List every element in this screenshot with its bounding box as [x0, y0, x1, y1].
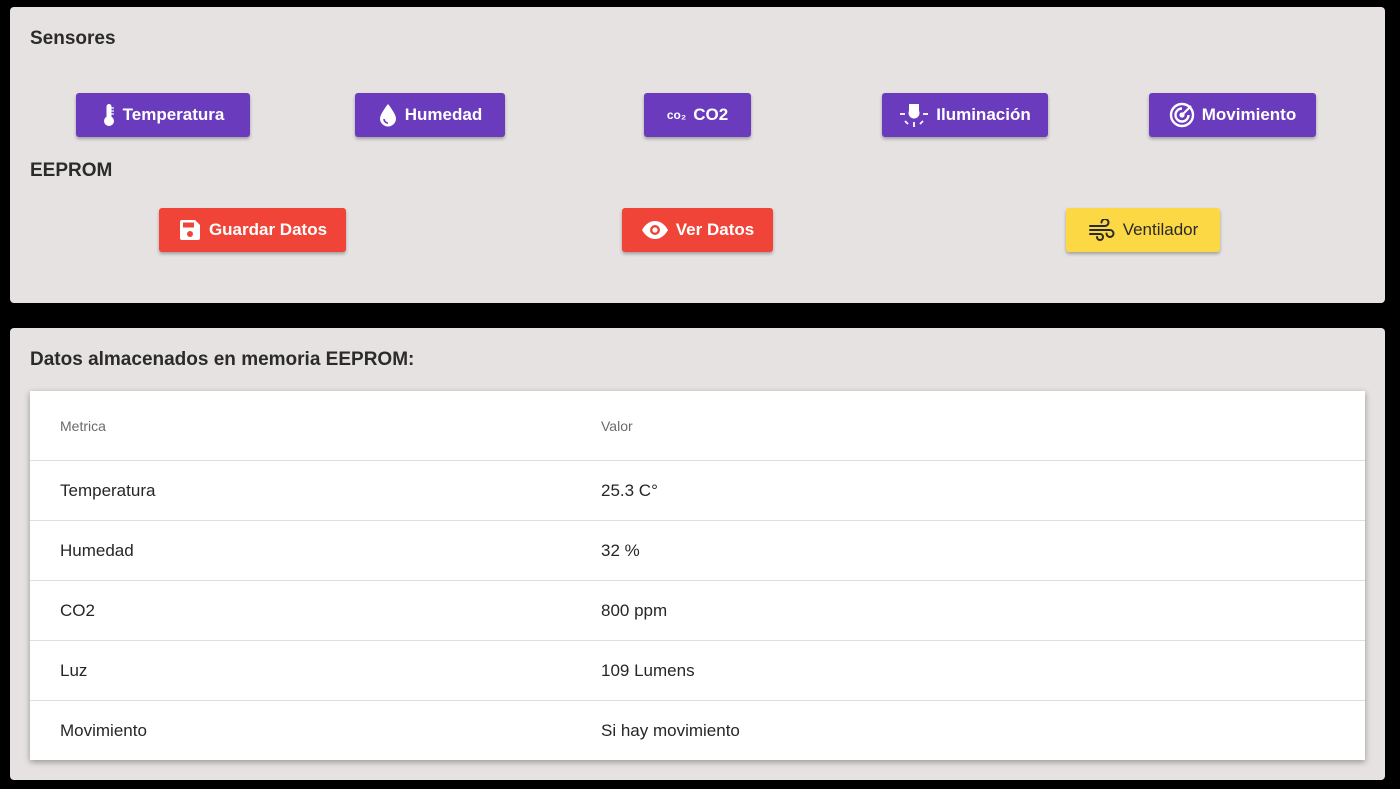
table-row: Humedad 32 %: [30, 520, 1365, 581]
co2-button-label: CO2: [693, 105, 729, 124]
illumination-button[interactable]: Iluminación: [882, 93, 1048, 137]
table-row: Temperatura 25.3 C°: [30, 460, 1365, 521]
table-header-row: Metrica Valor: [30, 391, 1365, 461]
temperature-button-label: Temperatura: [122, 105, 225, 124]
stored-data-table-container: Metrica Valor Temperatura 25.3 C° Humeda…: [30, 391, 1365, 760]
metric-column-header: Metrica: [30, 391, 571, 461]
co2-button[interactable]: co₂ CO2: [644, 93, 751, 137]
motion-sensor-icon: [1169, 102, 1195, 128]
floppy-disk-icon: [178, 218, 202, 242]
metric-cell: Luz: [30, 640, 571, 701]
motion-button[interactable]: Movimiento: [1149, 93, 1316, 137]
fan-button[interactable]: Ventilador: [1066, 208, 1220, 252]
value-cell: 800 ppm: [571, 580, 1365, 641]
stored-data-card: Datos almacenados en memoria EEPROM: Met…: [10, 328, 1385, 780]
metric-cell: Movimiento: [60, 720, 147, 740]
value-cell: 32 %: [571, 520, 1365, 581]
table-row: CO2 800 ppm: [30, 580, 1365, 641]
value-cell: Si hay movimiento: [601, 720, 740, 740]
save-data-button[interactable]: Guardar Datos: [159, 208, 346, 252]
value-column-header: Valor: [571, 391, 1365, 461]
metric-cell: Humedad: [30, 520, 571, 581]
fan-button-label: Ventilador: [1122, 220, 1199, 239]
thermometer-icon: [102, 103, 116, 127]
table-row: Luz 109 Lumens: [30, 640, 1365, 701]
wind-icon: [1088, 219, 1116, 241]
stored-data-table: Metrica Valor Temperatura 25.3 C° Humeda…: [30, 391, 1365, 760]
sensors-title: Sensores: [30, 28, 116, 49]
view-data-button-label: Ver Datos: [675, 220, 755, 239]
humidity-button-label: Humedad: [404, 105, 483, 124]
value-cell: 109 Lumens: [571, 640, 1365, 701]
water-drop-icon: [378, 103, 398, 127]
metric-cell: Temperatura: [30, 460, 571, 521]
table-row: Movimiento Si hay movimiento: [30, 701, 1365, 761]
illumination-button-label: Iluminación: [936, 105, 1031, 124]
motion-button-label: Movimiento: [1201, 105, 1297, 124]
metric-cell: CO2: [30, 580, 571, 641]
save-data-button-label: Guardar Datos: [208, 220, 328, 239]
sensors-card: Sensores Temperatura Humedad co₂ CO2 Ilu…: [10, 7, 1385, 303]
eye-icon: [641, 220, 669, 240]
light-icon: [899, 102, 929, 128]
value-cell: 25.3 C°: [571, 460, 1365, 521]
eeprom-title: EEPROM: [30, 160, 113, 181]
view-data-button[interactable]: Ver Datos: [622, 208, 773, 252]
temperature-button[interactable]: Temperatura: [76, 93, 250, 137]
co2-icon: co₂: [666, 108, 687, 122]
stored-data-title: Datos almacenados en memoria EEPROM:: [30, 349, 415, 370]
humidity-button[interactable]: Humedad: [355, 93, 505, 137]
